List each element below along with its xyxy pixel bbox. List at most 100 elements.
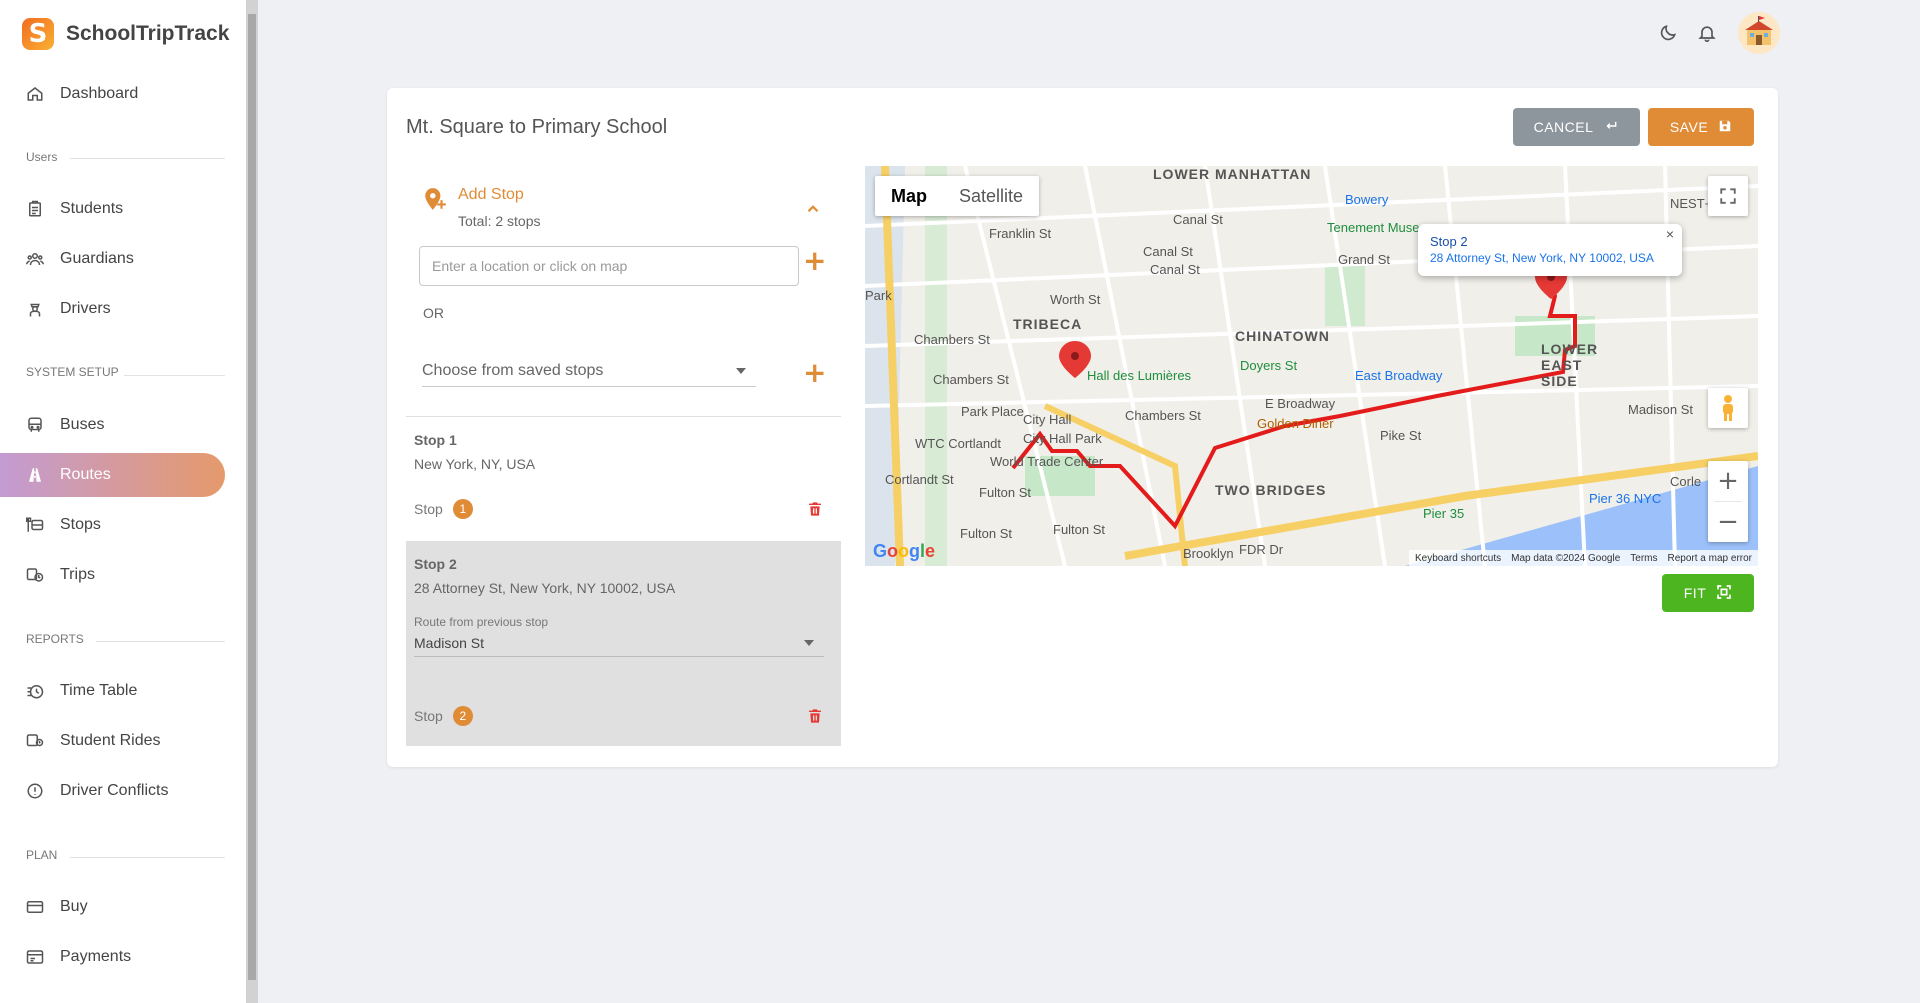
- driver-icon: [25, 299, 45, 319]
- saved-stops-select[interactable]: Choose from saved stops: [422, 355, 756, 387]
- map-label-park: Park: [865, 288, 892, 303]
- bus-stop-icon: [25, 515, 45, 535]
- notifications-bell-icon[interactable]: [1694, 20, 1720, 46]
- fullscreen-icon[interactable]: [1708, 176, 1748, 216]
- sidebar-item-routes[interactable]: Routes: [0, 453, 225, 497]
- sidebar-item-students[interactable]: Students: [0, 187, 225, 231]
- add-saved-stop-plus-icon[interactable]: +: [803, 359, 826, 387]
- sidebar-item-guardians[interactable]: Guardians: [0, 237, 225, 281]
- map-label-chinatown: CHINATOWN: [1235, 328, 1330, 344]
- map-label-fulton-st: Fulton St: [979, 485, 1032, 500]
- map-footer: Keyboard shortcuts Map data ©2024 Google…: [1408, 550, 1758, 566]
- map-label-east-broadway: East Broadway: [1355, 368, 1443, 383]
- sidebar-item-driver-conflicts[interactable]: Driver Conflicts: [0, 769, 225, 813]
- sidebar-item-label: Time Table: [60, 682, 138, 699]
- stop-item-1[interactable]: Stop 1 New York, NY, USA Stop 1: [406, 420, 841, 538]
- map-label-canal-st: Canal St: [1150, 262, 1200, 277]
- map-label-doyers-st: Doyers St: [1240, 358, 1298, 373]
- caret-down-icon: [736, 367, 746, 374]
- map-type-satellite-button[interactable]: Satellite: [943, 176, 1039, 216]
- map-label-two-bridges: TWO BRIDGES: [1215, 482, 1327, 498]
- save-button[interactable]: SAVE: [1648, 108, 1754, 146]
- map-label-pike-st: Pike St: [1380, 428, 1422, 443]
- section-divider: [96, 641, 225, 642]
- map-label-brooklyn: Brooklyn: [1183, 546, 1234, 561]
- brand[interactable]: S SchoolTripTrack: [22, 18, 229, 50]
- map-label-park-place: Park Place: [961, 404, 1024, 419]
- chevron-up-icon[interactable]: [804, 200, 822, 218]
- sidebar-item-buses[interactable]: Buses: [0, 403, 225, 447]
- sidebar-scrollbar[interactable]: [246, 0, 258, 1003]
- sidebar-item-label: Routes: [60, 466, 111, 483]
- map-type-map-button[interactable]: Map: [875, 176, 943, 216]
- sidebar-item-label: Drivers: [60, 300, 111, 317]
- add-stop-title[interactable]: Add Stop: [458, 186, 524, 204]
- map-label-world-trade-center: World Trade Center: [990, 454, 1104, 469]
- info-window-close-icon[interactable]: ×: [1666, 226, 1674, 242]
- sidebar-item-label: Buses: [60, 416, 105, 433]
- stop-type: Stop 1: [414, 499, 473, 519]
- sidebar-item-dashboard[interactable]: Dashboard: [0, 72, 225, 116]
- home-icon: [25, 84, 45, 104]
- zoom-in-plus-icon[interactable]: +: [1717, 461, 1739, 501]
- map-label-grand-st: Grand St: [1338, 252, 1391, 267]
- street-view-pegman-icon[interactable]: [1708, 388, 1748, 428]
- stop-item-2[interactable]: Stop 2 28 Attorney St, New York, NY 1000…: [406, 541, 841, 746]
- map-label-fulton-st: Fulton St: [960, 526, 1013, 541]
- location-search-input[interactable]: [419, 246, 799, 286]
- stop-name: Stop 1: [414, 432, 457, 448]
- sidebar-item-payments[interactable]: Payments: [0, 935, 225, 979]
- cancel-button[interactable]: CANCEL: [1513, 108, 1640, 146]
- add-location-plus-icon[interactable]: +: [803, 247, 826, 275]
- report-map-error-link[interactable]: Report a map error: [1668, 553, 1752, 564]
- floppy-disk-icon: [1718, 119, 1732, 136]
- sidebar-item-stops[interactable]: Stops: [0, 503, 225, 547]
- sidebar-item-label: Stops: [60, 516, 101, 533]
- add-stop-total: Total: 2 stops: [458, 213, 541, 229]
- sidebar-item-label: Payments: [60, 948, 132, 965]
- route-from-select[interactable]: Madison St: [414, 629, 824, 657]
- save-label: SAVE: [1669, 119, 1709, 135]
- delete-stop-trash-icon[interactable]: [807, 707, 823, 725]
- return-arrow-icon: [1603, 119, 1619, 136]
- keyboard-shortcuts-link[interactable]: Keyboard shortcuts: [1415, 553, 1501, 564]
- route-map[interactable]: LOWER MANHATTAN TRIBECA CHINATOWN LOWER …: [865, 166, 1758, 566]
- route-from-value: Madison St: [414, 634, 485, 651]
- zoom-control[interactable]: + −: [1708, 461, 1748, 542]
- sidebar-item-label: Dashboard: [60, 85, 139, 102]
- map-label-city-hall: City Hall: [1023, 412, 1072, 427]
- alert-icon: [25, 781, 45, 801]
- section-users: Users: [26, 150, 58, 164]
- add-location-icon: [422, 186, 448, 212]
- delete-stop-trash-icon[interactable]: [807, 500, 823, 518]
- dark-mode-icon[interactable]: [1655, 20, 1681, 46]
- saved-stops-placeholder: Choose from saved stops: [422, 361, 604, 379]
- bus-icon: [25, 415, 45, 435]
- terms-link[interactable]: Terms: [1630, 553, 1657, 564]
- section-plan: PLAN: [26, 848, 58, 862]
- page-title: Mt. Square to Primary School: [406, 116, 668, 138]
- map-label-fulton-st: Fulton St: [1053, 522, 1106, 537]
- sidebar-item-trips[interactable]: Trips: [0, 553, 225, 597]
- scrollbar-thumb[interactable]: [248, 14, 256, 980]
- map-label-chambers-st: Chambers St: [933, 372, 1009, 387]
- map-data-attribution: Map data ©2024 Google: [1511, 552, 1621, 564]
- sidebar: S SchoolTripTrack Dashboard Users Studen…: [0, 0, 246, 1003]
- timetable-icon: [25, 681, 45, 701]
- sidebar-item-drivers[interactable]: Drivers: [0, 287, 225, 331]
- map-label-tribeca: TRIBECA: [1013, 316, 1083, 332]
- fit-button[interactable]: FIT: [1662, 574, 1754, 612]
- route-from-label: Route from previous stop: [414, 615, 549, 629]
- school-avatar-icon[interactable]: [1738, 12, 1780, 54]
- brand-logo-icon: S: [22, 18, 54, 50]
- zoom-out-minus-icon[interactable]: −: [1717, 502, 1739, 542]
- section-reports: REPORTS: [26, 632, 84, 646]
- sidebar-item-student-rides[interactable]: Student Rides: [0, 719, 225, 763]
- sidebar-item-buy[interactable]: Buy: [0, 885, 225, 929]
- sidebar-item-timetable[interactable]: Time Table: [0, 669, 225, 713]
- map-label-lower-manhattan: LOWER MANHATTAN: [1153, 166, 1312, 182]
- people-icon: [25, 249, 45, 269]
- map-type-control[interactable]: Map Satellite: [875, 176, 1040, 216]
- stop-name: Stop 2: [414, 556, 457, 572]
- map-label-golden-diner: Golden Diner: [1257, 416, 1334, 431]
